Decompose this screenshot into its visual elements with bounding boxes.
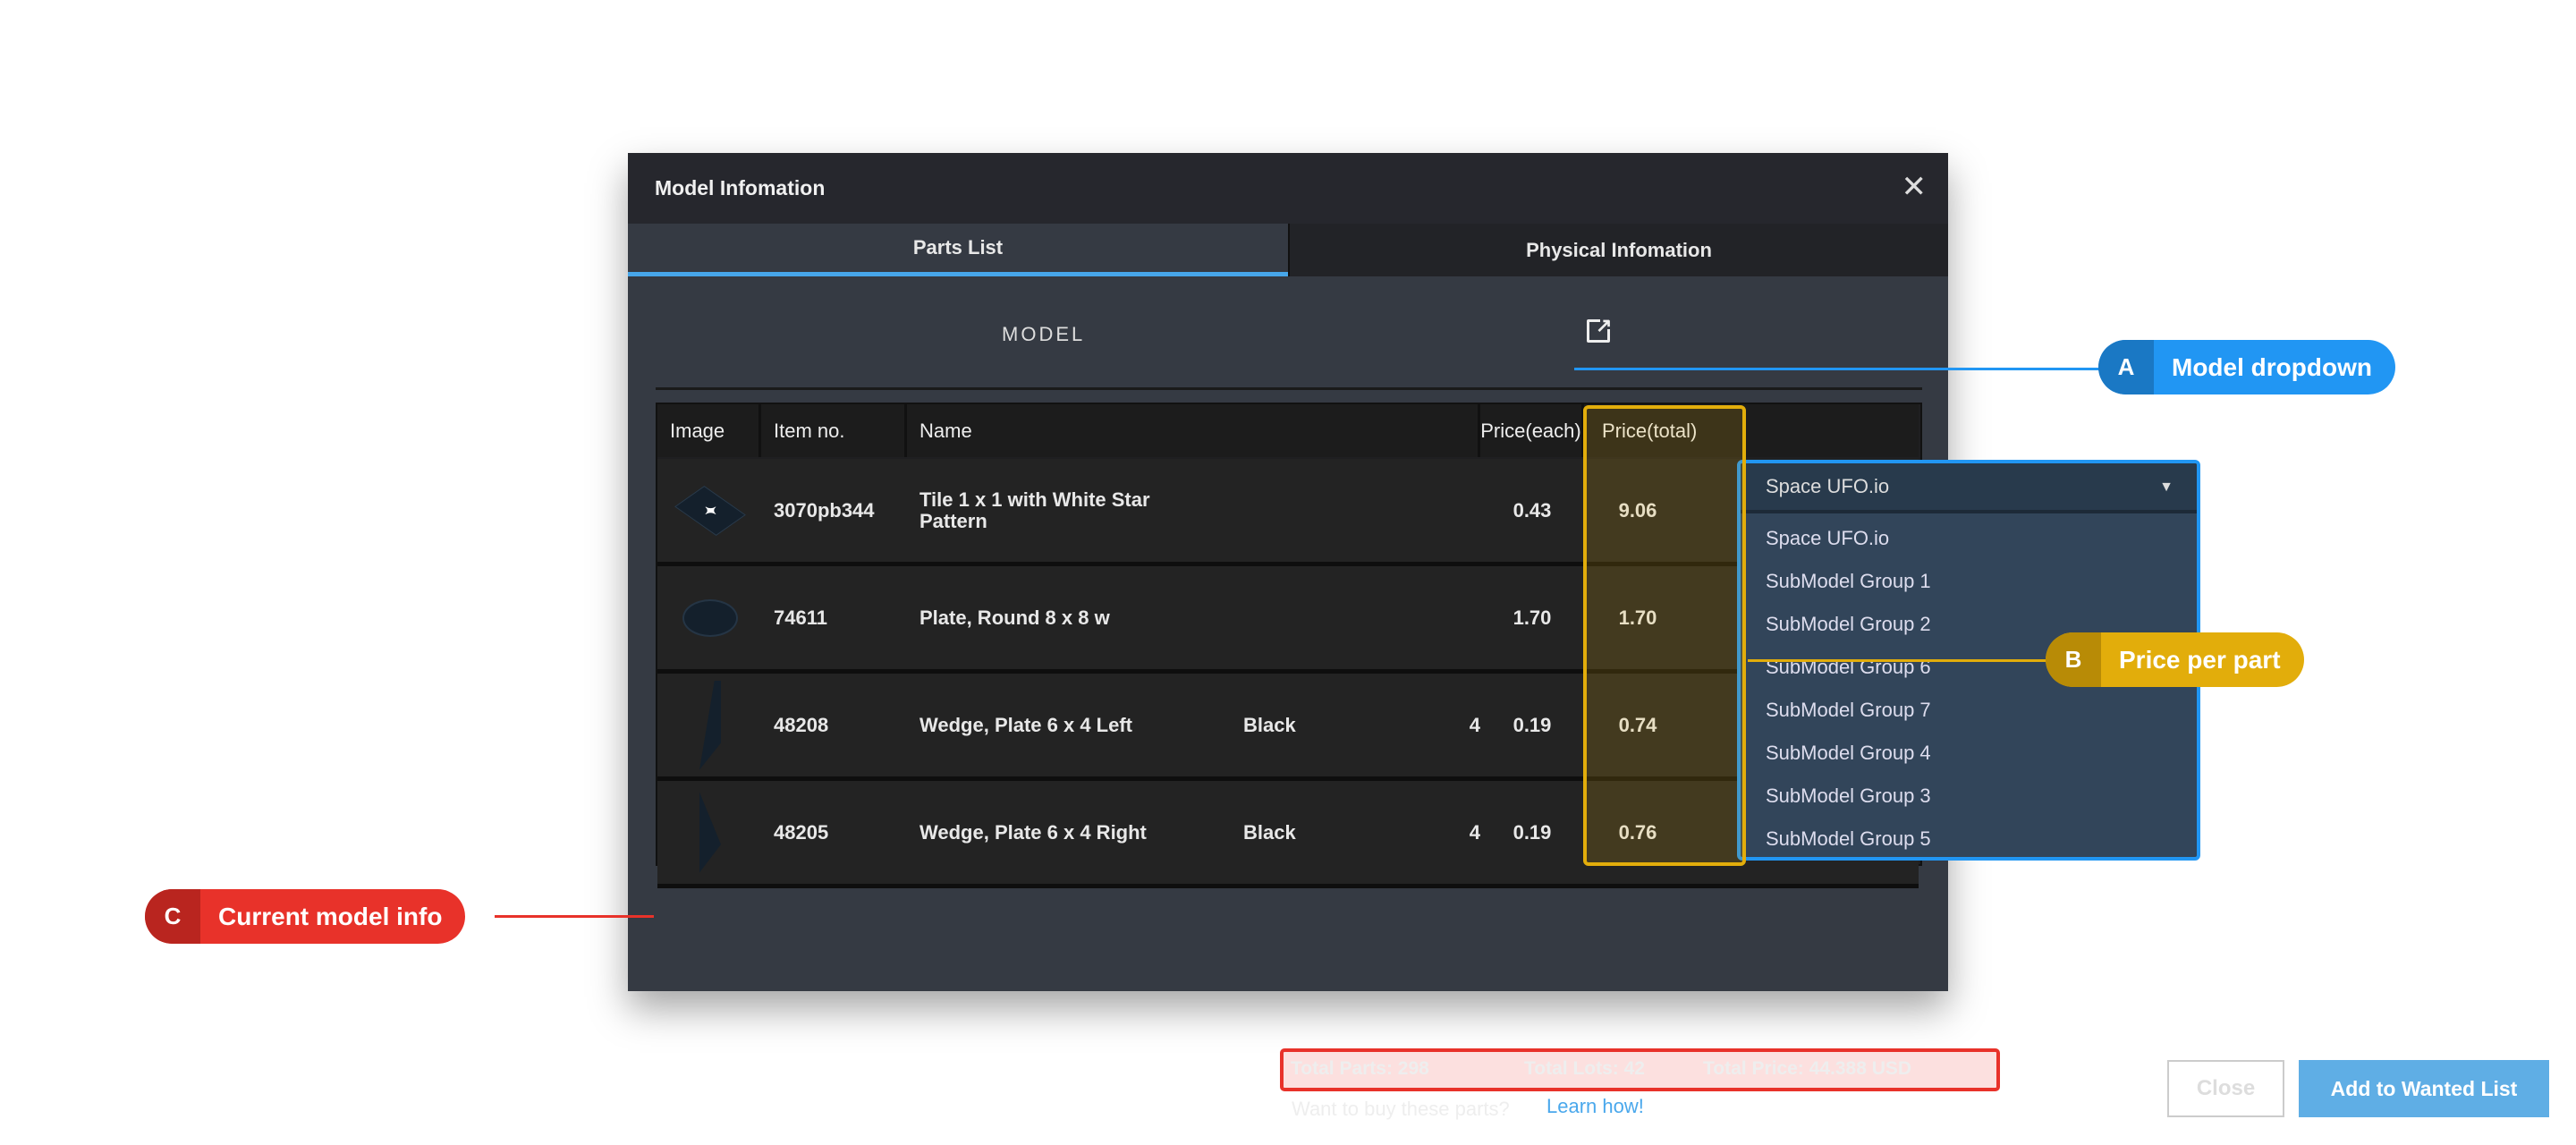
total-parts: Total Parts: 298 xyxy=(1291,1058,1429,1079)
callout-letter: C xyxy=(145,889,200,944)
part-color: Black xyxy=(1243,713,1296,736)
buy-prompt: Want to buy these parts? xyxy=(1292,1098,1510,1120)
part-qty xyxy=(1445,566,1480,669)
close-button[interactable]: Close xyxy=(2167,1060,2284,1117)
callout-a: A Model dropdown xyxy=(2098,340,2395,394)
model-option[interactable]: SubModel Group 1 xyxy=(1741,560,2197,603)
model-label: MODEL xyxy=(1002,323,1086,345)
part-color: Black xyxy=(1243,820,1296,844)
dialog-title: Model Infomation xyxy=(655,176,826,199)
part-image xyxy=(670,781,750,884)
title-bar: Model Infomation ✕ xyxy=(628,153,1948,224)
price-each: 0.43 xyxy=(1513,498,1552,522)
caret-down-icon: ▼ xyxy=(2159,479,2174,495)
callout-label: Model dropdown xyxy=(2172,352,2372,381)
callout-b-line xyxy=(1748,659,2047,662)
model-option[interactable]: SubModel Group 5 xyxy=(1741,818,2197,857)
part-image: ✦ xyxy=(670,459,750,562)
price-each: 1.70 xyxy=(1513,606,1552,629)
callout-letter: A xyxy=(2098,340,2154,394)
arrow-icon: ↗ xyxy=(1596,314,1613,336)
model-option[interactable]: SubModel Group 4 xyxy=(1741,732,2197,775)
callout-a-line xyxy=(1574,368,2100,370)
total-lots: Total Lots: 42 xyxy=(1524,1058,1645,1079)
model-options-list: Space UFO.io SubModel Group 1 SubModel Gro… xyxy=(1741,517,2197,857)
price-each: 0.19 xyxy=(1513,820,1552,844)
close-icon[interactable]: ✕ xyxy=(1902,169,1928,205)
model-option[interactable]: SubModel Group 3 xyxy=(1741,775,2197,818)
tab-physical-information[interactable]: Physical Infomation xyxy=(1288,224,1948,276)
total-price: Total Price: 44.388 USD xyxy=(1703,1058,1912,1079)
selected-model: Space UFO.io xyxy=(1766,475,1890,497)
add-to-wanted-list-button[interactable]: Add to Wanted List xyxy=(2299,1060,2549,1117)
item-no: 48208 xyxy=(774,713,829,736)
learn-how-link[interactable]: Learn how! xyxy=(1546,1095,1644,1118)
callout-b: B Price per part xyxy=(2046,632,2304,687)
part-qty xyxy=(1445,459,1480,562)
part-name: Plate, Round 8 x 8 w xyxy=(919,606,1110,629)
callout-c: C Current model info xyxy=(145,889,466,944)
part-name: Tile 1 x 1 with White Star Pattern xyxy=(919,488,1150,532)
callout-letter: B xyxy=(2046,632,2101,687)
header-image[interactable]: Image xyxy=(657,404,761,457)
part-name: Wedge, Plate 6 x 4 Left xyxy=(919,713,1133,736)
model-option[interactable]: Space UFO.io xyxy=(1741,517,2197,560)
item-no: 74611 xyxy=(774,606,827,629)
part-qty: 4 xyxy=(1469,820,1480,844)
item-no: 3070pb344 xyxy=(774,498,875,522)
item-no: 48205 xyxy=(774,820,829,844)
model-information-dialog: Model Infomation ✕ Parts List Physical I… xyxy=(628,153,2549,1120)
tab-parts-list[interactable]: Parts List xyxy=(628,224,1288,276)
model-dropdown-selected[interactable]: Space UFO.io ▼ xyxy=(1741,463,2197,513)
callout-label: Current model info xyxy=(218,902,443,930)
header-item-no[interactable]: Item no. xyxy=(761,404,907,457)
price-each: 0.19 xyxy=(1513,713,1552,736)
callout-c-line xyxy=(495,915,654,918)
model-option[interactable]: SubModel Group 7 xyxy=(1741,689,2197,732)
part-name: Wedge, Plate 6 x 4 Right xyxy=(919,820,1147,844)
part-image xyxy=(670,566,750,669)
divider xyxy=(656,387,1922,390)
header-name[interactable]: Name xyxy=(907,404,1480,457)
part-image xyxy=(670,674,750,776)
price-per-part-highlight xyxy=(1583,405,1746,866)
header-price-each[interactable]: Price(each) xyxy=(1480,404,1584,457)
callout-label: Price per part xyxy=(2119,645,2281,674)
part-qty: 4 xyxy=(1469,713,1480,736)
